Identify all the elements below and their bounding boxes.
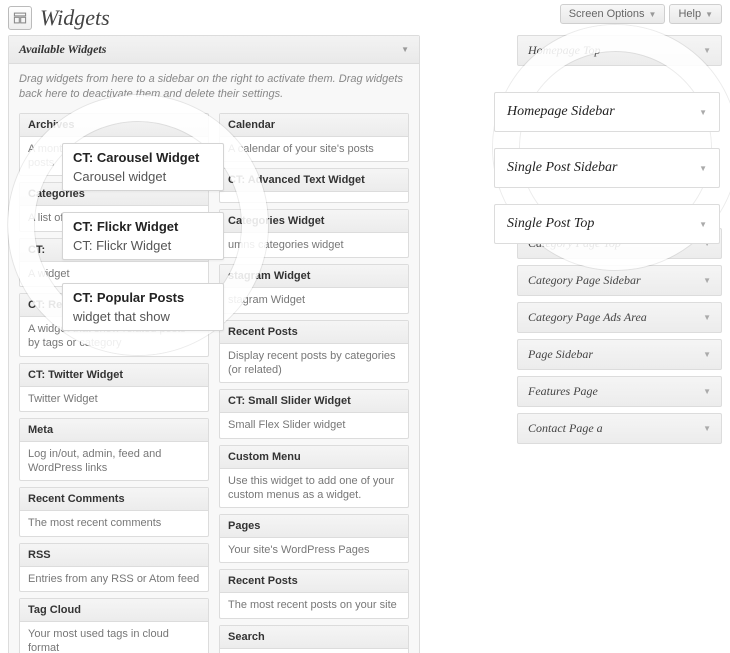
widget-item[interactable]: Tag CloudYour most used tags in cloud fo… — [19, 598, 209, 653]
sidebar-label: Category Page Sidebar — [528, 273, 641, 288]
widget-desc: Your site's WordPress Pages — [220, 538, 408, 562]
widget-desc: widget that show — [73, 309, 213, 324]
widget-title: stagram Widget — [220, 265, 408, 288]
widget-item[interactable]: RSSEntries from any RSS or Atom feed — [19, 543, 209, 592]
widget-desc: Twitter Widget — [20, 387, 208, 411]
widget-desc: A calendar of your site's posts — [220, 137, 408, 161]
widget-title: Tag Cloud — [20, 599, 208, 622]
sidebar-label: Single Post Sidebar — [507, 160, 617, 176]
sidebar-area[interactable]: Contact Page a ▼ — [517, 413, 722, 444]
widget-title: Meta — [20, 419, 208, 442]
chevron-down-icon: ▼ — [699, 164, 707, 173]
sidebar-label: Single Post Top — [507, 216, 594, 232]
help-label: Help — [678, 8, 701, 20]
widget-desc: A search form for your site — [220, 649, 408, 653]
chevron-down-icon: ▼ — [699, 108, 707, 117]
widget-desc: Your most used tags in cloud format — [20, 622, 208, 653]
chevron-down-icon: ▼ — [649, 10, 657, 19]
screen-options-button[interactable]: Screen Options ▼ — [560, 4, 666, 24]
widget-desc: CT: Flickr Widget — [73, 238, 213, 253]
sidebar-label: Contact Page a — [528, 421, 603, 436]
available-widgets-title: Available Widgets — [19, 42, 106, 57]
widget-title: Custom Menu — [220, 446, 408, 469]
widget-item[interactable]: CT: Advanced Text Widget — [219, 168, 409, 203]
chevron-down-icon: ▼ — [703, 46, 711, 55]
chevron-down-icon: ▼ — [705, 10, 713, 19]
widget-desc — [220, 192, 408, 202]
widget-desc: Display recent posts by categories (or r… — [220, 344, 408, 383]
sidebar-area[interactable]: Features Page ▼ — [517, 376, 722, 407]
chevron-down-icon: ▼ — [703, 424, 711, 433]
chevron-down-icon: ▼ — [703, 387, 711, 396]
widget-title: Categories Widget — [220, 210, 408, 233]
widget-item[interactable]: CalendarA calendar of your site's posts — [219, 113, 409, 162]
sidebar-area-single-post-top[interactable]: Single Post Top ▼ — [494, 204, 720, 244]
page-title: Widgets — [40, 5, 110, 31]
widgets-icon — [8, 6, 32, 30]
sidebar-area-homepage-sidebar[interactable]: Homepage Sidebar ▼ — [494, 92, 720, 132]
widget-title: Recent Comments — [20, 488, 208, 511]
sidebar-area[interactable]: Category Page Sidebar ▼ — [517, 265, 722, 296]
widget-ct-popular-posts[interactable]: CT: Popular Posts widget that show — [62, 283, 224, 331]
widget-item[interactable]: CT: Twitter WidgetTwitter Widget — [19, 363, 209, 412]
widget-title: Pages — [220, 515, 408, 538]
widget-title: CT: Carousel Widget — [73, 150, 213, 165]
widget-title: Archives — [20, 114, 208, 137]
available-widgets-hint: Drag widgets from here to a sidebar on t… — [19, 72, 409, 103]
sidebar-area[interactable]: Page Sidebar ▼ — [517, 339, 722, 370]
widget-title: CT: Small Slider Widget — [220, 390, 408, 413]
widget-desc: The most recent comments — [20, 511, 208, 535]
chevron-down-icon: ▼ — [703, 350, 711, 359]
widget-desc: Use this widget to add one of your custo… — [220, 469, 408, 508]
chevron-down-icon: ▼ — [703, 313, 711, 322]
widget-item[interactable]: MetaLog in/out, admin, feed and WordPres… — [19, 418, 209, 482]
sidebar-area[interactable]: Homepage Top ▼ — [517, 35, 722, 66]
widget-desc: The most recent posts on your site — [220, 593, 408, 617]
chevron-down-icon: ▼ — [699, 220, 707, 229]
available-widgets-header[interactable]: Available Widgets ▼ — [9, 36, 419, 64]
widget-item[interactable]: Recent PostsThe most recent posts on you… — [219, 569, 409, 618]
widget-title: RSS — [20, 544, 208, 567]
widget-title: CT: Popular Posts — [73, 290, 213, 305]
widget-title: Recent Posts — [220, 570, 408, 593]
widget-desc: umns categories widget — [220, 233, 408, 257]
chevron-down-icon: ▼ — [703, 276, 711, 285]
sidebar-label: Category Page Ads Area — [528, 310, 647, 325]
widget-ct-flickr[interactable]: CT: Flickr Widget CT: Flickr Widget — [62, 212, 224, 260]
widget-item[interactable]: Categories Widgetumns categories widget — [219, 209, 409, 258]
sidebar-label: Page Sidebar — [528, 347, 593, 362]
widget-desc: Small Flex Slider widget — [220, 413, 408, 437]
widget-item[interactable]: CT: Small Slider WidgetSmall Flex Slider… — [219, 389, 409, 438]
widget-desc: stagram Widget — [220, 288, 408, 312]
sidebar-label: Homepage Sidebar — [507, 104, 615, 120]
widget-title: Recent Posts — [220, 321, 408, 344]
widget-title: CT: Advanced Text Widget — [220, 169, 408, 192]
sidebar-area[interactable]: Category Page Ads Area ▼ — [517, 302, 722, 333]
widget-desc: Carousel widget — [73, 169, 213, 184]
widget-ct-carousel[interactable]: CT: Carousel Widget Carousel widget — [62, 143, 224, 191]
widget-item[interactable]: PagesYour site's WordPress Pages — [219, 514, 409, 563]
widget-item[interactable]: Recent PostsDisplay recent posts by cate… — [219, 320, 409, 384]
widget-title: Search — [220, 626, 408, 649]
sidebar-label: Homepage Top — [528, 43, 601, 58]
widget-title: CT: Twitter Widget — [20, 364, 208, 387]
widget-item[interactable]: Recent CommentsThe most recent comments — [19, 487, 209, 536]
screen-options-label: Screen Options — [569, 8, 645, 20]
help-button[interactable]: Help ▼ — [669, 4, 722, 24]
chevron-down-icon: ▼ — [401, 45, 409, 54]
widget-desc: Log in/out, admin, feed and WordPress li… — [20, 442, 208, 481]
widget-title: Calendar — [220, 114, 408, 137]
sidebar-label: Features Page — [528, 384, 598, 399]
widget-title: CT: Flickr Widget — [73, 219, 213, 234]
widget-item[interactable]: SearchA search form for your site — [219, 625, 409, 653]
widget-item[interactable]: stagram Widgetstagram Widget — [219, 264, 409, 313]
widget-item[interactable]: Custom MenuUse this widget to add one of… — [219, 445, 409, 509]
sidebar-area-single-post-sidebar[interactable]: Single Post Sidebar ▼ — [494, 148, 720, 188]
available-widgets-panel: Available Widgets ▼ Drag widgets from he… — [8, 35, 420, 653]
widget-desc: Entries from any RSS or Atom feed — [20, 567, 208, 591]
